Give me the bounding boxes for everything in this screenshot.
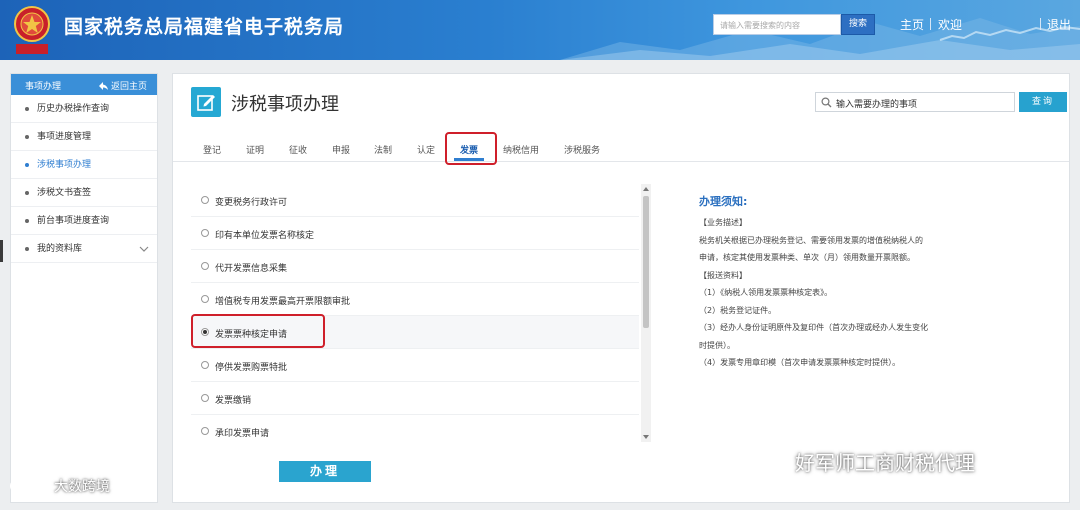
list-item-label: 代开发票信息采集 [215, 264, 288, 274]
tab-collection[interactable]: 征收 [289, 143, 307, 156]
list-item[interactable]: 承印发票申请 [191, 415, 639, 448]
sidebar-item-label: 前台事项进度查询 [37, 216, 110, 226]
bullet-icon [25, 135, 29, 139]
tab-certificate[interactable]: 证明 [246, 143, 264, 156]
list-item-label: 承印发票申请 [215, 429, 270, 439]
list-item-label: 停供发票购票特批 [215, 363, 288, 373]
logout-link[interactable]: 退出 [1047, 16, 1071, 33]
radio-button[interactable] [201, 361, 209, 369]
sidebar-item-label: 涉税事项办理 [37, 160, 92, 170]
home-link[interactable]: 主页 [900, 16, 924, 33]
radio-button[interactable] [201, 262, 209, 270]
header-separator [1040, 18, 1041, 30]
sidebar-title: 事项办理 [25, 82, 62, 92]
list-item[interactable]: 增值税专用发票最高开票限额审批 [191, 283, 639, 316]
scroll-down-arrow-icon[interactable] [643, 435, 649, 439]
back-to-home-label: 返回主页 [110, 82, 147, 92]
notice-line: 时提供）。 [699, 340, 735, 350]
list-item[interactable]: 停供发票购票特批 [191, 349, 639, 382]
bullet-icon [25, 107, 29, 111]
list-item[interactable]: 印有本单位发票名称核定 [191, 217, 639, 250]
radio-button[interactable] [201, 394, 209, 402]
process-button[interactable]: 办理 [279, 461, 371, 482]
list-item-label: 印有本单位发票名称核定 [215, 231, 315, 241]
sidebar-item-label: 历史办税操作查询 [37, 104, 110, 114]
list-scrollbar[interactable] [641, 184, 651, 442]
list-item-label: 增值税专用发票最高开票限额审批 [215, 297, 351, 307]
selected-item-highlight-box [191, 314, 325, 348]
chevron-down-icon [139, 246, 149, 252]
sidebar: 事项办理 返回主页 历史办税操作查询 事项进度管理 涉税事项办理 涉税文书查签 … [10, 73, 158, 503]
sidebar-item-label: 涉税文书查签 [37, 188, 92, 198]
query-button[interactable]: 查询 [1019, 92, 1067, 112]
notice-line: （4）发票专用章印模（首次申请发票票种核定时提供）。 [699, 358, 901, 367]
header-search-button[interactable]: 搜索 [841, 14, 875, 35]
watermark-left: 大数跨境 [8, 476, 110, 496]
notice-line: 【业务描述】 [699, 218, 747, 227]
sidebar-item-documents[interactable]: 涉税文书查签 [11, 179, 157, 207]
watermark-left-text: 大数跨境 [54, 479, 110, 495]
notice-body: 【业务描述】 税务机关根据已办理税务登记、需要领用发票的增值税纳税人的 申请，核… [699, 214, 999, 372]
sidebar-item-tax-matters[interactable]: 涉税事项办理 [11, 151, 157, 179]
radio-button[interactable] [201, 196, 209, 204]
page-title: 涉税事项办理 [231, 94, 339, 115]
notice-line: （3）经办人身份证明原件及复印件（首次办理或经办人发生变化 [699, 323, 929, 332]
tab-highlight-box [445, 132, 497, 165]
scroll-up-arrow-icon[interactable] [643, 187, 649, 191]
radio-button[interactable] [201, 295, 209, 303]
bullet-icon [25, 191, 29, 195]
notice-line: 【报送资料】 [699, 270, 747, 280]
sidebar-item-progress[interactable]: 事项进度管理 [11, 123, 157, 151]
welcome-text: 欢迎 [938, 18, 963, 32]
site-title: 国家税务总局福建省电子税务局 [64, 16, 345, 38]
tab-tax-service[interactable]: 涉税服务 [564, 143, 600, 156]
matter-search-placeholder: 输入需要办理的事项 [836, 100, 918, 110]
tab-legal[interactable]: 法制 [374, 143, 392, 156]
bullet-icon [25, 163, 29, 167]
radio-button[interactable] [201, 427, 209, 435]
wechat-icon [756, 448, 787, 474]
sidebar-item-front-desk[interactable]: 前台事项进度查询 [11, 207, 157, 235]
category-tabs: 登记 证明 征收 申报 法制 认定 发票 纳税信用 涉税服务 [173, 136, 1069, 162]
notice-line: 申请，核定其使用发票种类、单次（月）领用数量开票限额。 [699, 253, 915, 262]
main-panel: 涉税事项办理 输入需要办理的事项 查询 登记 证明 征收 申报 法制 认定 发票… [172, 73, 1070, 503]
tab-tax-credit[interactable]: 纳税信用 [503, 143, 539, 156]
sidebar-item-my-library[interactable]: 我的资料库 [11, 235, 157, 263]
back-arrow-icon [98, 81, 108, 90]
sidebar-header: 事项办理 返回主页 [11, 74, 157, 95]
back-to-home-link[interactable]: 返回主页 [98, 79, 147, 92]
sidebar-item-label: 事项进度管理 [37, 132, 92, 142]
bullet-icon [25, 219, 29, 223]
edit-icon [191, 87, 221, 117]
tab-recognition[interactable]: 认定 [417, 143, 435, 156]
list-item-label: 发票缴销 [215, 396, 252, 406]
sidebar-item-label: 我的资料库 [37, 244, 83, 254]
watermark-right: 好军师工商财税代理 [755, 447, 975, 476]
notice-line: （2）税务登记证件。 [699, 305, 777, 315]
header-search-input[interactable]: 请输入需要搜索的内容 [713, 14, 841, 35]
list-item[interactable]: 代开发票信息采集 [191, 250, 639, 283]
notice-title: 办理须知: [699, 195, 748, 208]
notice-line: （1）《纳税人领用发票票种核定表》。 [699, 288, 833, 297]
sidebar-item-history[interactable]: 历史办税操作查询 [11, 95, 157, 123]
window-edge-marker [0, 240, 3, 262]
notice-line: 税务机关根据已办理税务登记、需要领用发票的增值税纳税人的 [699, 235, 923, 245]
radio-button[interactable] [201, 229, 209, 237]
matter-search-input[interactable]: 输入需要办理的事项 [815, 92, 1015, 112]
header-separator [930, 18, 931, 30]
search-icon [821, 97, 832, 108]
list-item[interactable]: 发票缴销 [191, 382, 639, 415]
watermark-right-text: 好军师工商财税代理 [795, 451, 975, 475]
bigdata-logo-icon [10, 479, 48, 493]
tax-emblem-logo [14, 6, 50, 54]
site-header: 国家税务总局福建省电子税务局 请输入需要搜索的内容 搜索 主页 欢迎 退出 [0, 0, 1080, 60]
tab-registration[interactable]: 登记 [203, 143, 221, 156]
scrollbar-thumb[interactable] [643, 196, 649, 328]
matter-list: 变更税务行政许可 印有本单位发票名称核定 代开发票信息采集 增值税专用发票最高开… [191, 184, 651, 442]
list-item[interactable]: 变更税务行政许可 [191, 184, 639, 217]
tab-declaration[interactable]: 申报 [332, 143, 350, 156]
list-item-label: 变更税务行政许可 [215, 198, 288, 208]
bullet-icon [25, 247, 29, 251]
